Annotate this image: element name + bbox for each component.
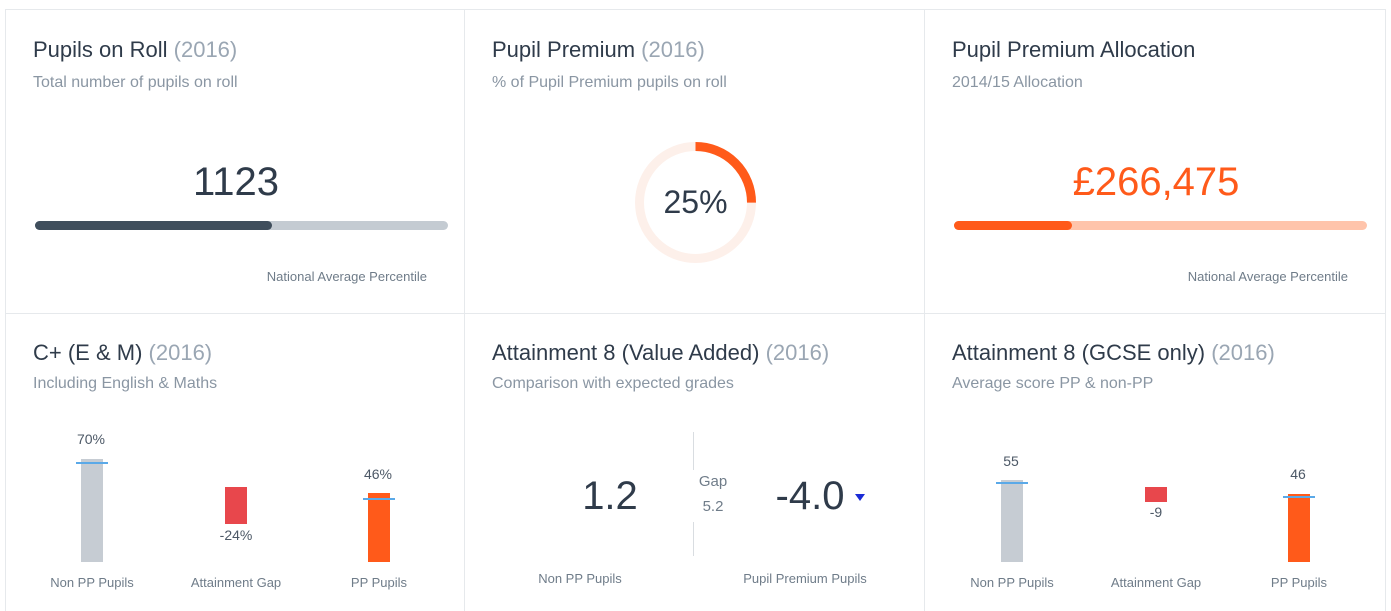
attainment-gap-caption: Attainment Gap [1110,575,1202,590]
divider-bottom [693,522,694,556]
pp-caption: Pupil Premium Pupils [743,571,867,586]
non-pp-caption: Non PP Pupils [538,571,622,586]
pp-caption: PP Pupils [1270,575,1328,590]
attainment-gap-caption: Attainment Gap [190,575,282,590]
pupil-premium-percentage: 25% [663,184,728,220]
card-subtitle: Total number of pupils on roll [33,74,238,91]
card-title: Pupil Premium Allocation [952,37,1196,62]
national-average-marker [1283,496,1315,498]
pupil-premium-donut: 25% [633,140,758,265]
card-title: Attainment 8 (Value Added) (2016) [492,340,830,365]
card-title: C+ (E & M) (2016) [33,340,213,365]
gap-label: Gap [698,473,728,490]
card-title: Pupils on Roll (2016) [33,37,238,62]
non-pp-bar [1001,480,1023,562]
pp-value-label: 46 [1290,466,1306,482]
non-pp-bar [81,459,103,562]
national-average-marker [363,498,395,500]
percentile-track [954,221,1367,230]
divider-top [693,432,694,470]
national-average-marker [76,462,108,464]
pupil-premium-card[interactable]: Pupil Premium (2016) % of Pupil Premium … [464,9,925,314]
allocation-value: £266,475 [1072,160,1240,204]
percentile-note: National Average Percentile [1187,269,1348,284]
attainment-gap-value-label: -9 [1149,504,1163,520]
attainment-8-gcse-card[interactable]: Attainment 8 (GCSE only) (2016) Average … [924,313,1386,611]
pupils-on-roll-value: 1123 [192,160,279,204]
pp-caption: PP Pupils [350,575,408,590]
card-title: Attainment 8 (GCSE only) (2016) [952,340,1275,365]
percentile-track [35,221,448,230]
pp-value: -4.0 [775,474,845,518]
card-subtitle: Comparison with expected grades [492,375,734,392]
national-average-marker [996,482,1028,484]
pp-bar [1288,494,1310,562]
card-subtitle: % of Pupil Premium pupils on roll [492,74,727,91]
gap-value: 5.2 [702,498,724,515]
non-pp-value: 1.2 [582,474,638,518]
percentile-note: National Average Percentile [266,269,427,284]
non-pp-caption: Non PP Pupils [970,575,1054,590]
attainment-gap-bar [225,487,247,524]
card-title: Pupil Premium (2016) [492,37,705,62]
attainment-8-value-added-card[interactable]: Attainment 8 (Value Added) (2016) Compar… [464,313,925,611]
card-subtitle: 2014/15 Allocation [952,74,1083,91]
non-pp-value-label: 70% [76,431,106,447]
card-subtitle: Including English & Maths [33,375,218,392]
pupil-premium-allocation-card[interactable]: Pupil Premium Allocation 2014/15 Allocat… [924,9,1386,314]
percentile-fill [35,221,273,230]
down-arrow-icon [855,494,865,501]
percentile-fill [954,221,1072,230]
pp-bar [368,493,390,562]
attainment-gap-bar [1145,487,1167,502]
c-plus-em-card[interactable]: C+ (E & M) (2016) Including English & Ma… [5,313,465,611]
card-subtitle: Average score PP & non-PP [952,375,1154,392]
dashboard-grid: Pupils on Roll (2016) Total number of pu… [0,0,1391,611]
attainment-gap-value-label: -24% [219,527,253,543]
pp-value-label: 46% [363,466,393,482]
pupils-on-roll-card[interactable]: Pupils on Roll (2016) Total number of pu… [5,9,465,314]
non-pp-caption: Non PP Pupils [50,575,134,590]
non-pp-value-label: 55 [1003,453,1019,469]
